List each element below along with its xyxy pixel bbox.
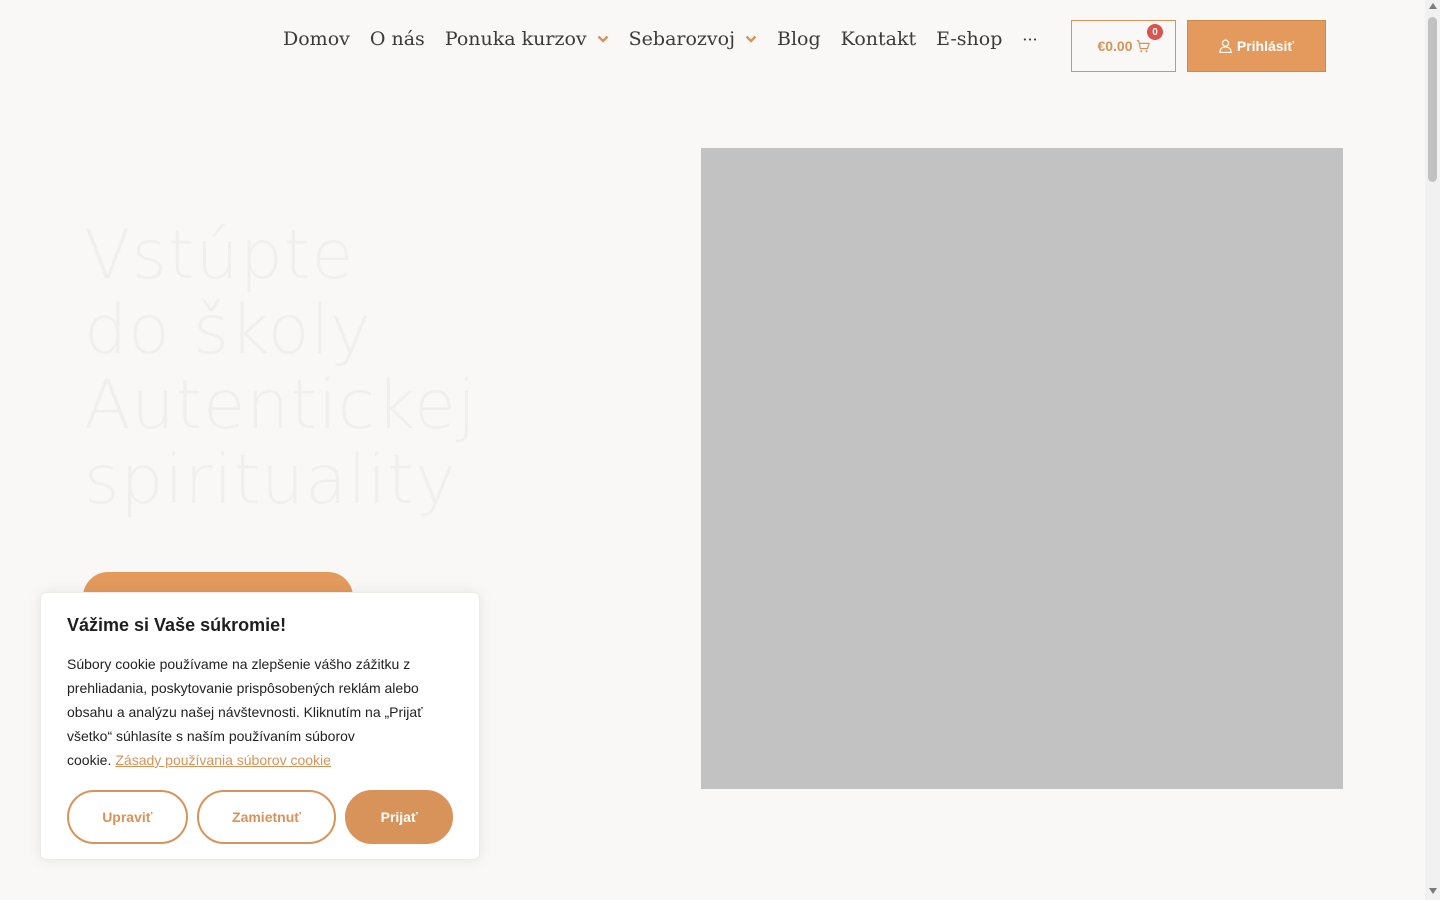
hero-title-line: Vstúpte — [84, 216, 355, 295]
nav-item-e-shop[interactable]: E-shop — [936, 28, 1002, 50]
vertical-scrollbar[interactable] — [1425, 0, 1440, 900]
cart-icon — [1136, 40, 1150, 53]
cookie-title: Vážime si Vaše súkromie! — [67, 615, 287, 635]
cookie-reject-button[interactable]: Zamietnuť — [196, 790, 337, 844]
nav-item-sebarozvoj[interactable]: Sebarozvoj — [629, 28, 757, 50]
nav-item-kontakt[interactable]: Kontakt — [841, 28, 916, 50]
nav-item-o-nas[interactable]: O nás — [370, 28, 425, 50]
cookie-policy-link[interactable]: Zásady používania súborov cookie — [115, 752, 331, 768]
cookie-customize-button[interactable]: Upraviť — [67, 790, 188, 844]
nav-item-blog[interactable]: Blog — [777, 28, 821, 50]
nav-item-domov[interactable]: Domov — [283, 28, 350, 50]
cart-total: €0.00 — [1097, 38, 1133, 54]
nav-item-label: Domov — [283, 28, 350, 50]
chevron-down-icon — [597, 35, 608, 43]
scroll-up-arrow-icon[interactable] — [1429, 3, 1437, 9]
nav-item-label: O nás — [369, 28, 425, 50]
cart-count-badge: 0 — [1147, 24, 1163, 40]
more-icon: ··· — [1022, 29, 1038, 49]
scroll-down-arrow-icon[interactable] — [1429, 888, 1437, 894]
cart-button[interactable]: €0.00 0 — [1071, 20, 1176, 72]
nav-item-label: Kontakt — [840, 28, 917, 50]
chevron-down-icon — [745, 35, 757, 43]
nav-item-ponuka-kurzov[interactable]: Ponuka kurzov — [445, 28, 609, 50]
nav-item-label: Sebarozvoj — [628, 28, 735, 50]
hero-title-line: spirituality — [84, 441, 457, 520]
nav-item-label: E-shop — [936, 28, 1003, 50]
login-label: Prihlásiť — [1236, 38, 1295, 54]
cookie-accept-button[interactable]: Prijať — [345, 790, 453, 844]
hero-title-line: Autentickej — [84, 366, 477, 445]
login-button[interactable]: Prihlásiť — [1187, 20, 1326, 72]
hero-image-placeholder — [701, 148, 1343, 789]
hero-title: Vstúpte do školy Autentickej spiritualit… — [84, 218, 504, 518]
nav-more-button[interactable]: ··· — [1022, 30, 1037, 49]
nav-item-label: Blog — [777, 28, 821, 50]
cookie-consent-dialog: Vážime si Vaše súkromie! Súbory cookie p… — [40, 592, 480, 860]
cookie-text: Súbory cookie používame na zlepšenie váš… — [67, 652, 453, 772]
cookie-actions: Upraviť Zamietnuť Prijať — [67, 790, 453, 844]
scrollbar-thumb[interactable] — [1428, 17, 1437, 182]
user-icon — [1219, 39, 1232, 53]
main-nav: Domov O nás Ponuka kurzov Sebarozvoj Blo… — [283, 28, 1038, 50]
nav-item-label: Ponuka kurzov — [444, 28, 587, 50]
hero-title-line: do školy — [84, 291, 372, 370]
